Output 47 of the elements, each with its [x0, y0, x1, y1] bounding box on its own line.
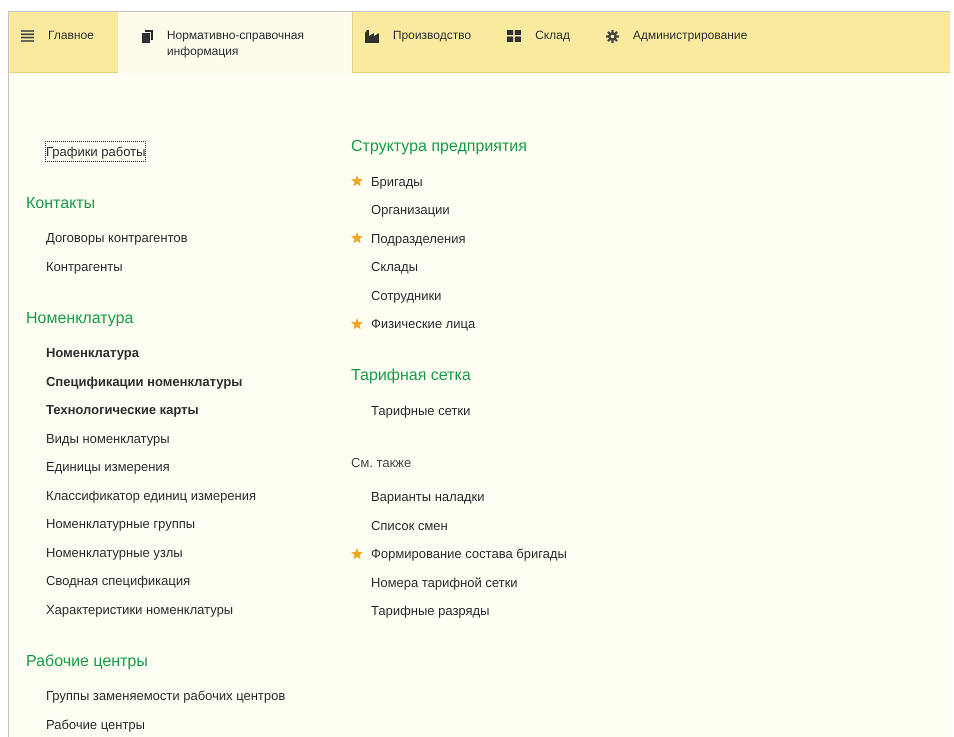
nav-link[interactable]: Подразделения	[370, 228, 467, 249]
nav-link[interactable]: Склады	[370, 256, 419, 278]
nav-link[interactable]: Графики работы	[45, 140, 146, 162]
star-icon	[351, 548, 363, 560]
section-tab[interactable]: Нормативно-справочная информация	[118, 12, 353, 73]
star-icon	[351, 232, 363, 244]
section-heading: Рабочие центры	[26, 652, 148, 672]
nav-link[interactable]: Сводная спецификация	[45, 570, 192, 592]
nav-link[interactable]: Технологические карты	[45, 399, 200, 420]
nav-link[interactable]: Спецификации номенклатуры	[45, 370, 244, 392]
see-also-heading: См. также	[351, 454, 412, 472]
nav-link[interactable]: Классификатор единиц измерения	[45, 484, 258, 506]
section-tab[interactable]: Склад	[495, 12, 594, 72]
nav-link[interactable]: Сотрудники	[370, 284, 442, 306]
nav-link[interactable]: Единицы измерения	[45, 456, 171, 478]
nav-link[interactable]: Формирование состава бригады	[370, 543, 568, 564]
nav-link[interactable]: Группы заменяемости рабочих центров	[45, 685, 286, 706]
nav-link[interactable]: Тарифные сетки	[370, 400, 472, 421]
section-heading: Контакты	[26, 194, 96, 214]
nav-link[interactable]: Номенклатурные узлы	[45, 542, 184, 563]
nav-link[interactable]: Номенклатурные группы	[45, 513, 196, 534]
section-heading: Структура предприятия	[351, 137, 527, 157]
menu-icon	[21, 30, 34, 42]
section-tab[interactable]: Главное	[9, 12, 118, 72]
nav-link[interactable]: Договоры контрагентов	[45, 227, 189, 248]
nav-link[interactable]: Организации	[370, 199, 451, 220]
pages-icon	[142, 30, 153, 43]
nav-link[interactable]: Рабочие центры	[45, 714, 146, 735]
grid-icon	[507, 30, 522, 42]
nav-link[interactable]: Тарифные разряды	[370, 600, 490, 622]
star-icon	[351, 175, 363, 188]
nav-link[interactable]: Виды номенклатуры	[45, 428, 171, 449]
factory-icon	[364, 30, 379, 43]
section-tab[interactable]: Администрирование	[594, 12, 772, 72]
star-icon	[351, 318, 363, 330]
nav-link[interactable]: Физические лица	[370, 313, 476, 334]
settings-icon	[606, 30, 619, 43]
section-heading: Тарифная сетка	[351, 366, 471, 386]
nav-link[interactable]: Номенклатура	[45, 342, 140, 364]
nav-link[interactable]: Бригады	[370, 170, 424, 192]
nav-link[interactable]: Контрагенты	[45, 256, 124, 277]
nav-link[interactable]: Список смен	[370, 514, 449, 536]
section-tab[interactable]: Производство	[352, 12, 496, 72]
nav-link[interactable]: Варианты наладки	[370, 486, 486, 508]
nav-link[interactable]: Номера тарифной сетки	[370, 572, 519, 593]
nav-link[interactable]: Характеристики номенклатуры	[45, 598, 234, 620]
section-heading: Номенклатура	[26, 308, 134, 328]
